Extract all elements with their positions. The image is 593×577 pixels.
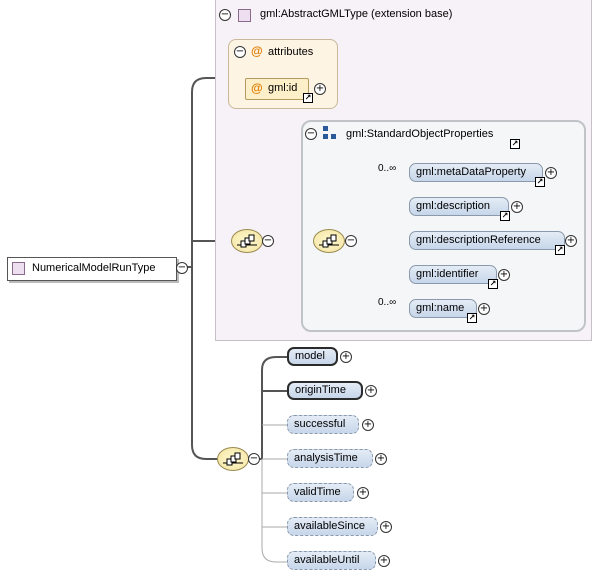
expand-icon[interactable]: + xyxy=(357,487,369,499)
expand-icon[interactable]: + xyxy=(380,521,392,533)
sequence-icon[interactable] xyxy=(313,229,345,253)
element-model[interactable]: model xyxy=(287,347,338,366)
link-icon[interactable]: ↗ xyxy=(500,211,510,221)
sequence-icon[interactable] xyxy=(217,447,249,471)
expand-icon[interactable]: + xyxy=(375,453,387,465)
sequence-collapse-icon[interactable]: − xyxy=(262,235,274,247)
element-validtime[interactable]: validTime xyxy=(287,483,354,502)
attribute-at-icon: @ xyxy=(251,81,263,95)
occurrence-label: 0..∞ xyxy=(378,297,397,308)
expand-icon[interactable]: + xyxy=(565,235,577,247)
element-gml-descriptionreference[interactable]: gml:descriptionReference xyxy=(409,231,565,250)
element-gml-metadataproperty[interactable]: gml:metaDataProperty xyxy=(409,163,543,182)
expand-icon[interactable]: + xyxy=(511,201,523,213)
link-icon[interactable]: ↗ xyxy=(488,279,498,289)
element-origintime[interactable]: originTime xyxy=(287,381,363,400)
root-collapse-icon[interactable]: − xyxy=(176,262,188,274)
expand-icon[interactable]: + xyxy=(362,419,374,431)
occurrence-label: 0..∞ xyxy=(378,163,397,174)
sequence-collapse-icon[interactable]: − xyxy=(248,453,260,465)
attribute-label: gml:id xyxy=(268,82,298,94)
expand-icon[interactable]: + xyxy=(498,269,510,281)
sequence-icon[interactable] xyxy=(231,229,263,253)
link-icon[interactable]: ↗ xyxy=(467,313,477,323)
expand-icon[interactable]: + xyxy=(478,303,490,315)
complex-type-icon xyxy=(12,262,25,275)
complex-type-icon xyxy=(238,9,251,22)
element-gml-identifier[interactable]: gml:identifier xyxy=(409,265,497,284)
element-analysistime[interactable]: analysisTime xyxy=(287,449,373,468)
extension-title: gml:AbstractGMLType (extension base) xyxy=(260,8,453,20)
link-icon[interactable]: ↗ xyxy=(555,245,565,255)
group-title: gml:StandardObjectProperties xyxy=(346,128,494,140)
sequence-glyph xyxy=(237,234,257,248)
element-gml-description[interactable]: gml:description xyxy=(409,197,509,216)
expand-icon[interactable]: + xyxy=(545,167,557,179)
link-icon[interactable]: ↗ xyxy=(535,177,545,187)
element-successful[interactable]: successful xyxy=(287,415,359,434)
root-type-label: NumericalModelRunType xyxy=(32,262,156,274)
group-collapse-icon[interactable]: − xyxy=(305,128,317,140)
sequence-collapse-icon[interactable]: − xyxy=(345,235,357,247)
expand-icon[interactable]: + xyxy=(340,351,352,363)
link-icon[interactable]: ↗ xyxy=(303,93,313,103)
attributes-collapse-icon[interactable]: − xyxy=(234,46,246,58)
extension-collapse-icon[interactable]: − xyxy=(219,9,231,21)
expand-icon[interactable]: + xyxy=(365,385,377,397)
link-icon[interactable]: ↗ xyxy=(510,139,520,149)
sequence-glyph xyxy=(319,234,339,248)
expand-icon[interactable]: + xyxy=(378,555,390,567)
attributes-at-icon: @ xyxy=(251,44,263,58)
attributes-title: attributes xyxy=(268,46,314,58)
group-reference-icon xyxy=(323,126,336,139)
element-availableuntil[interactable]: availableUntil xyxy=(287,551,376,570)
element-availablesince[interactable]: availableSince xyxy=(287,517,378,536)
sequence-glyph xyxy=(223,452,243,466)
attribute-expand-icon[interactable]: + xyxy=(314,83,326,95)
